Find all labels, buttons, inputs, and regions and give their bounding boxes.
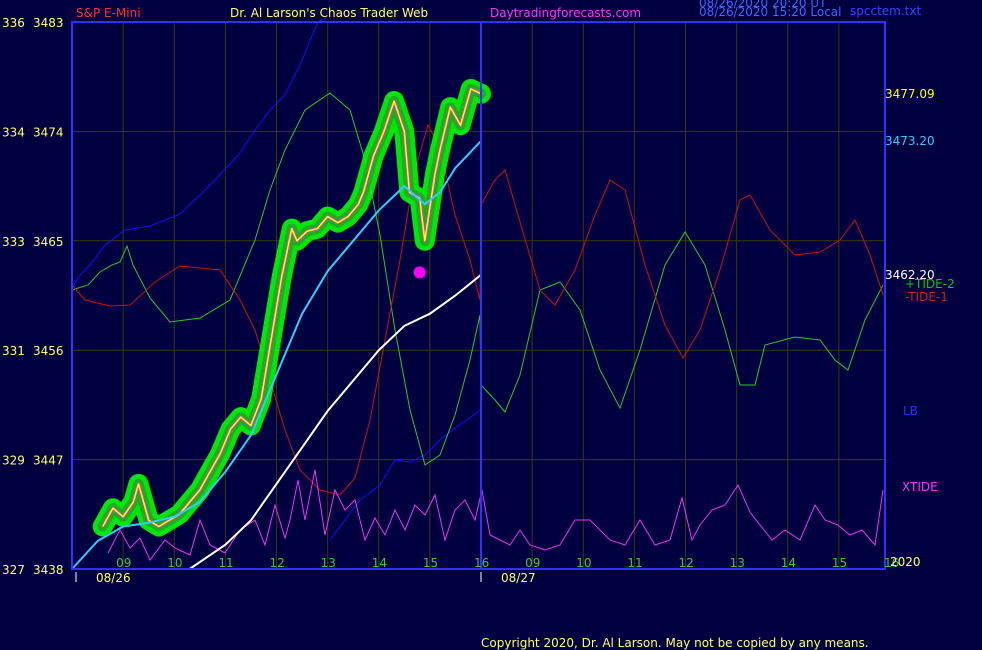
y-value-label: 3456 <box>33 344 64 358</box>
year-label: 2020 <box>890 555 921 569</box>
legend-tide-minus: -TIDE-1 <box>905 290 948 304</box>
y-code-label: 327 <box>2 563 25 577</box>
low-marker <box>413 266 426 279</box>
y-code-label: 331 <box>2 344 25 358</box>
chart-title: Dr. Al Larson's Chaos Trader Web <box>230 6 428 20</box>
y-value-label: 3465 <box>33 235 64 249</box>
x-tick-label: 14 <box>781 556 796 570</box>
file-name: spcctem.txt <box>850 4 921 18</box>
x-tick-label: 13 <box>321 556 336 570</box>
x-tick-label: 14 <box>372 556 387 570</box>
x-tick-label: 11 <box>627 556 642 570</box>
x-tick-label: 09 <box>525 556 540 570</box>
y-value-label: 3474 <box>33 125 64 139</box>
y-value-label: 3447 <box>33 454 64 468</box>
y-value-label: 3483 <box>33 16 64 30</box>
legend-tide-plus: +TIDE-2 <box>905 277 955 291</box>
x-tick-label: 16 <box>474 556 489 570</box>
x-tick-label: 10 <box>167 556 182 570</box>
y-code-label: 334 <box>2 125 25 139</box>
right-value-label: 3473.20 <box>885 134 935 148</box>
date-label: 08/26 <box>96 571 131 585</box>
x-tick-label: 12 <box>679 556 694 570</box>
y-code-label: 336 <box>2 16 25 30</box>
y-code-label: 329 <box>2 454 25 468</box>
symbol-label: S&P E-Mini <box>76 6 141 20</box>
x-tick-label: 09 <box>116 556 131 570</box>
x-tick-label: 13 <box>730 556 745 570</box>
x-tick-label: 12 <box>270 556 285 570</box>
copyright-notice: Copyright 2020, Dr. Al Larson. May not b… <box>481 636 869 650</box>
x-tick-label: 10 <box>576 556 591 570</box>
y-value-label: 3438 <box>33 563 64 577</box>
legend-lb: LB <box>903 404 918 418</box>
x-tick-label: 15 <box>832 556 847 570</box>
x-tick-label: 15 <box>423 556 438 570</box>
date-label: 08/27 <box>501 571 536 585</box>
timestamp-local: 08/26/2020 15:20 Local <box>699 5 841 19</box>
y-code-label: 333 <box>2 235 25 249</box>
right-value-label: 3477.09 <box>885 87 935 101</box>
chart-canvas: 336 3483 334 3474 333 3465 331 3456 329 3447 327 34… <box>0 0 982 650</box>
chart-background <box>0 0 982 650</box>
x-tick-label: 11 <box>218 556 233 570</box>
legend-xtide: XTIDE <box>902 480 938 494</box>
site-link[interactable]: Daytradingforecasts.com <box>490 6 641 20</box>
